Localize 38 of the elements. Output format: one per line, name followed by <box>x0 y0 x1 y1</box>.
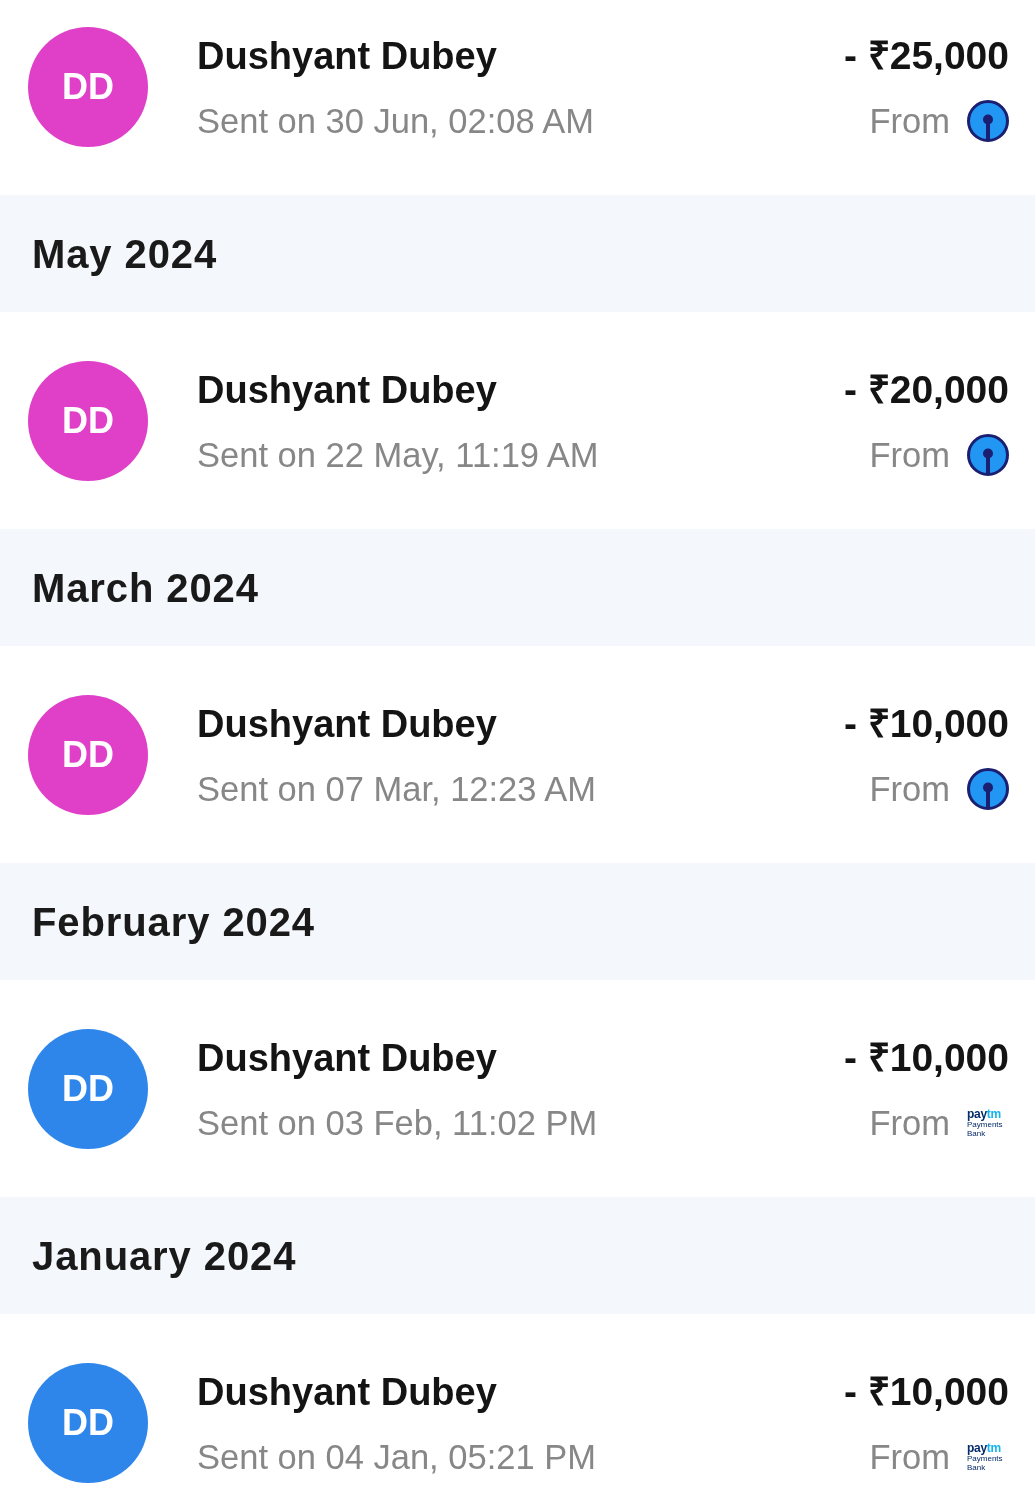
transaction-date: Sent on 03 Feb, 11:02 PM <box>197 1103 599 1143</box>
amount: - ₹10,000 <box>843 701 1009 747</box>
amount: - ₹20,000 <box>843 367 1009 413</box>
transaction-date: Sent on 07 Mar, 12:23 AM <box>197 769 597 809</box>
source-label: From <box>869 435 950 475</box>
contact-name: Dushyant Dubey <box>197 368 498 413</box>
amount: - ₹25,000 <box>843 33 1009 79</box>
initials-avatar: DD <box>28 1362 148 1483</box>
source-label: From <box>869 769 950 809</box>
source-label: From <box>869 101 950 141</box>
transaction-date: Sent on 30 Jun, 02:08 AM <box>197 101 596 141</box>
initials-avatar: DD <box>28 360 148 481</box>
logo-wordmark: paytm <box>967 1442 1001 1454</box>
logo-wordmark: paytm <box>967 1108 1001 1120</box>
month-header: January 2024 <box>0 1197 1035 1314</box>
month-header: March 2024 <box>0 529 1035 646</box>
source-label: From <box>869 1103 950 1143</box>
month-header: February 2024 <box>0 863 1035 980</box>
keyhole-circle-icon <box>967 434 1009 476</box>
logo-caption: Bank <box>967 1129 986 1138</box>
initials-avatar: DD <box>28 1028 148 1149</box>
contact-name: Dushyant Dubey <box>197 1370 498 1415</box>
transaction-date: Sent on 22 May, 11:19 AM <box>197 435 600 475</box>
keyhole-circle-icon <box>967 768 1009 810</box>
transaction-date: Sent on 04 Jan, 05:21 PM <box>197 1437 597 1477</box>
month-header: May 2024 <box>0 195 1035 312</box>
amount: - ₹10,000 <box>843 1369 1009 1415</box>
logo-caption: Bank <box>967 1463 986 1472</box>
initials-avatar: DD <box>28 694 148 815</box>
amount: - ₹10,000 <box>843 1035 1009 1081</box>
contact-name: Dushyant Dubey <box>197 702 498 747</box>
source-label: From <box>869 1437 950 1477</box>
logo-caption: Payments <box>967 1454 1003 1463</box>
contact-name: Dushyant Dubey <box>197 1036 498 1081</box>
contact-name: Dushyant Dubey <box>197 34 498 79</box>
initials-avatar: DD <box>28 26 148 147</box>
keyhole-circle-icon <box>967 100 1009 142</box>
logo-caption: Payments <box>967 1120 1003 1129</box>
